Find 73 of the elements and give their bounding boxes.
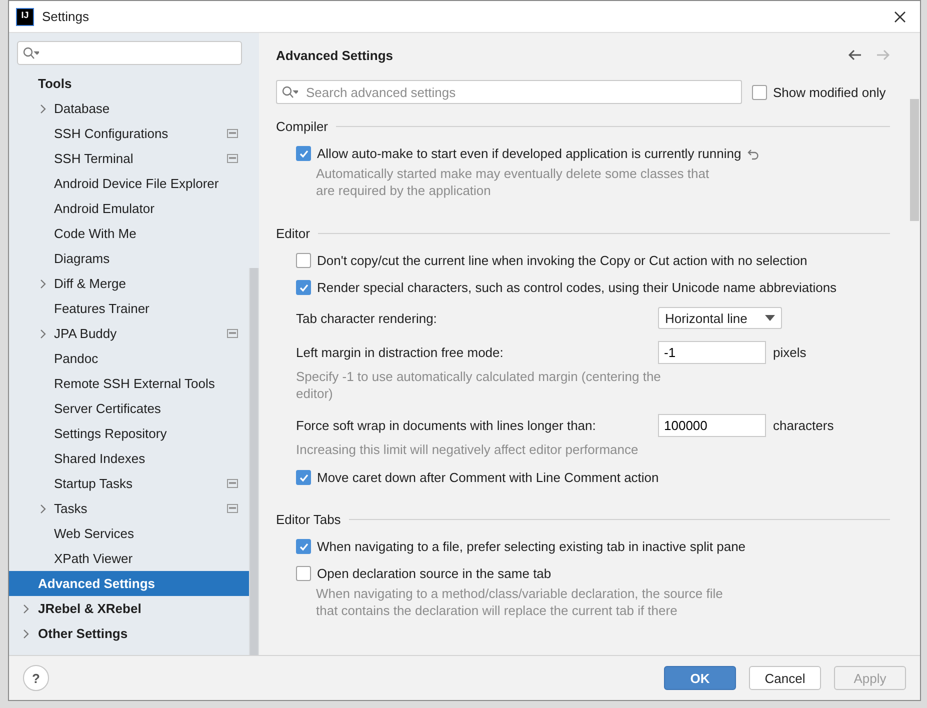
search-icon xyxy=(282,86,298,98)
sidebar-item[interactable]: Android Emulator xyxy=(9,196,249,221)
help-button[interactable]: ? xyxy=(23,665,49,691)
ok-button[interactable]: OK xyxy=(664,666,736,690)
sidebar-item[interactable]: Tools xyxy=(9,71,249,96)
window-title: Settings xyxy=(42,9,90,24)
sidebar-item[interactable]: JPA Buddy xyxy=(9,321,249,346)
section-title: Editor xyxy=(276,226,310,240)
sidebar-item[interactable]: Other Settings xyxy=(9,621,249,646)
field-label: Force soft wrap in documents with lines longer than: xyxy=(296,418,597,433)
sidebar-item[interactable]: Web Services xyxy=(9,521,249,546)
sidebar-item[interactable]: Shared Indexes xyxy=(9,446,249,471)
checkbox[interactable] xyxy=(296,146,311,161)
dropdown[interactable]: Horizontal line xyxy=(658,307,782,329)
number-field[interactable]: 100000 xyxy=(658,414,766,437)
sidebar-item[interactable]: SSH Configurations xyxy=(9,121,249,146)
sidebar-item[interactable]: SSH Terminal xyxy=(9,146,249,171)
sidebar-item[interactable]: Tasks xyxy=(9,496,249,521)
sidebar-item[interactable]: Startup Tasks xyxy=(9,471,249,496)
forward-arrow-icon[interactable] xyxy=(876,49,890,61)
back-arrow-icon[interactable] xyxy=(848,49,862,61)
close-icon[interactable] xyxy=(894,10,906,22)
sidebar-item[interactable]: Database xyxy=(9,96,249,121)
checkbox[interactable] xyxy=(752,84,767,100)
search-field[interactable] xyxy=(17,41,242,65)
checkbox[interactable] xyxy=(296,566,311,581)
sidebar-item[interactable]: Remote SSH External Tools xyxy=(9,371,249,396)
checkbox-label: Render special characters, such as control codes, using their Unicode name abbreviations xyxy=(317,280,837,295)
dialog-button[interactable]: Cancel xyxy=(749,666,821,690)
undo-icon[interactable] xyxy=(747,148,762,160)
checkbox-label: Don't copy/cut the current line when invoking the Copy or Cut action with no selection xyxy=(317,253,808,268)
sidebar-item[interactable]: XPath Viewer xyxy=(9,546,249,571)
sidebar-item[interactable]: Code With Me xyxy=(9,221,249,246)
checkbox-label: Move caret down after Comment with Line Comment action xyxy=(317,470,659,485)
checkbox-label: Show modified only xyxy=(773,84,886,100)
check-icon xyxy=(298,472,308,482)
unit-label: characters xyxy=(773,418,834,433)
section-title: Compiler xyxy=(276,118,328,134)
unit-label: pixels xyxy=(773,345,806,360)
sidebar-item[interactable]: Diff & Merge xyxy=(9,271,249,296)
field-label: Left margin in distraction free mode: xyxy=(296,345,504,360)
checkbox[interactable] xyxy=(296,539,311,554)
hint-text: Increasing this limit will negatively affect editor performance xyxy=(296,441,640,458)
caret-down-icon xyxy=(765,315,775,321)
sidebar-item[interactable]: Advanced Settings xyxy=(9,571,249,596)
app-logo: IJ xyxy=(16,8,34,26)
checkbox[interactable] xyxy=(296,470,311,485)
hint-text: Specify -1 to use automatically calculated margin (centering the editor) xyxy=(296,368,662,402)
check-icon xyxy=(298,282,308,292)
sidebar-item[interactable]: Settings Repository xyxy=(9,421,249,446)
scrollbar-thumb[interactable] xyxy=(910,99,919,221)
checkbox-label: Allow auto-make to start even if developed application is currently running xyxy=(317,146,742,161)
checkbox[interactable] xyxy=(296,253,311,268)
search-icon xyxy=(23,47,39,59)
sidebar-item[interactable]: JRebel & XRebel xyxy=(9,596,249,621)
checkbox[interactable] xyxy=(296,280,311,295)
sidebar-item[interactable]: Android Device File Explorer xyxy=(9,171,249,196)
hint-text: When navigating to a method/class/variable declaration, the source file that contains the declaration will replace the current tab if there xyxy=(315,585,724,619)
sidebar-item[interactable]: Features Trainer xyxy=(9,296,249,321)
number-field[interactable]: -1 xyxy=(658,341,766,364)
sidebar-item[interactable]: Pandoc xyxy=(9,346,249,371)
hint-text: Automatically started make may eventually delete some classes that are required by the application xyxy=(315,165,710,199)
checkbox-label: Open declaration source in the same tab xyxy=(317,566,552,581)
checkbox-label: When navigating to a file, prefer selecting existing tab in inactive split pane xyxy=(317,539,746,554)
check-icon xyxy=(298,148,308,158)
page-title: Advanced Settings xyxy=(276,48,394,62)
scrollbar-thumb[interactable] xyxy=(250,268,258,655)
sidebar-item[interactable]: Diagrams xyxy=(9,246,249,271)
section-title: Editor Tabs xyxy=(276,512,341,526)
check-icon xyxy=(298,542,308,552)
field-label: Tab character rendering: xyxy=(296,310,438,326)
sidebar-item[interactable]: Server Certificates xyxy=(9,396,249,421)
search-field[interactable]: Search advanced settings xyxy=(276,80,742,104)
